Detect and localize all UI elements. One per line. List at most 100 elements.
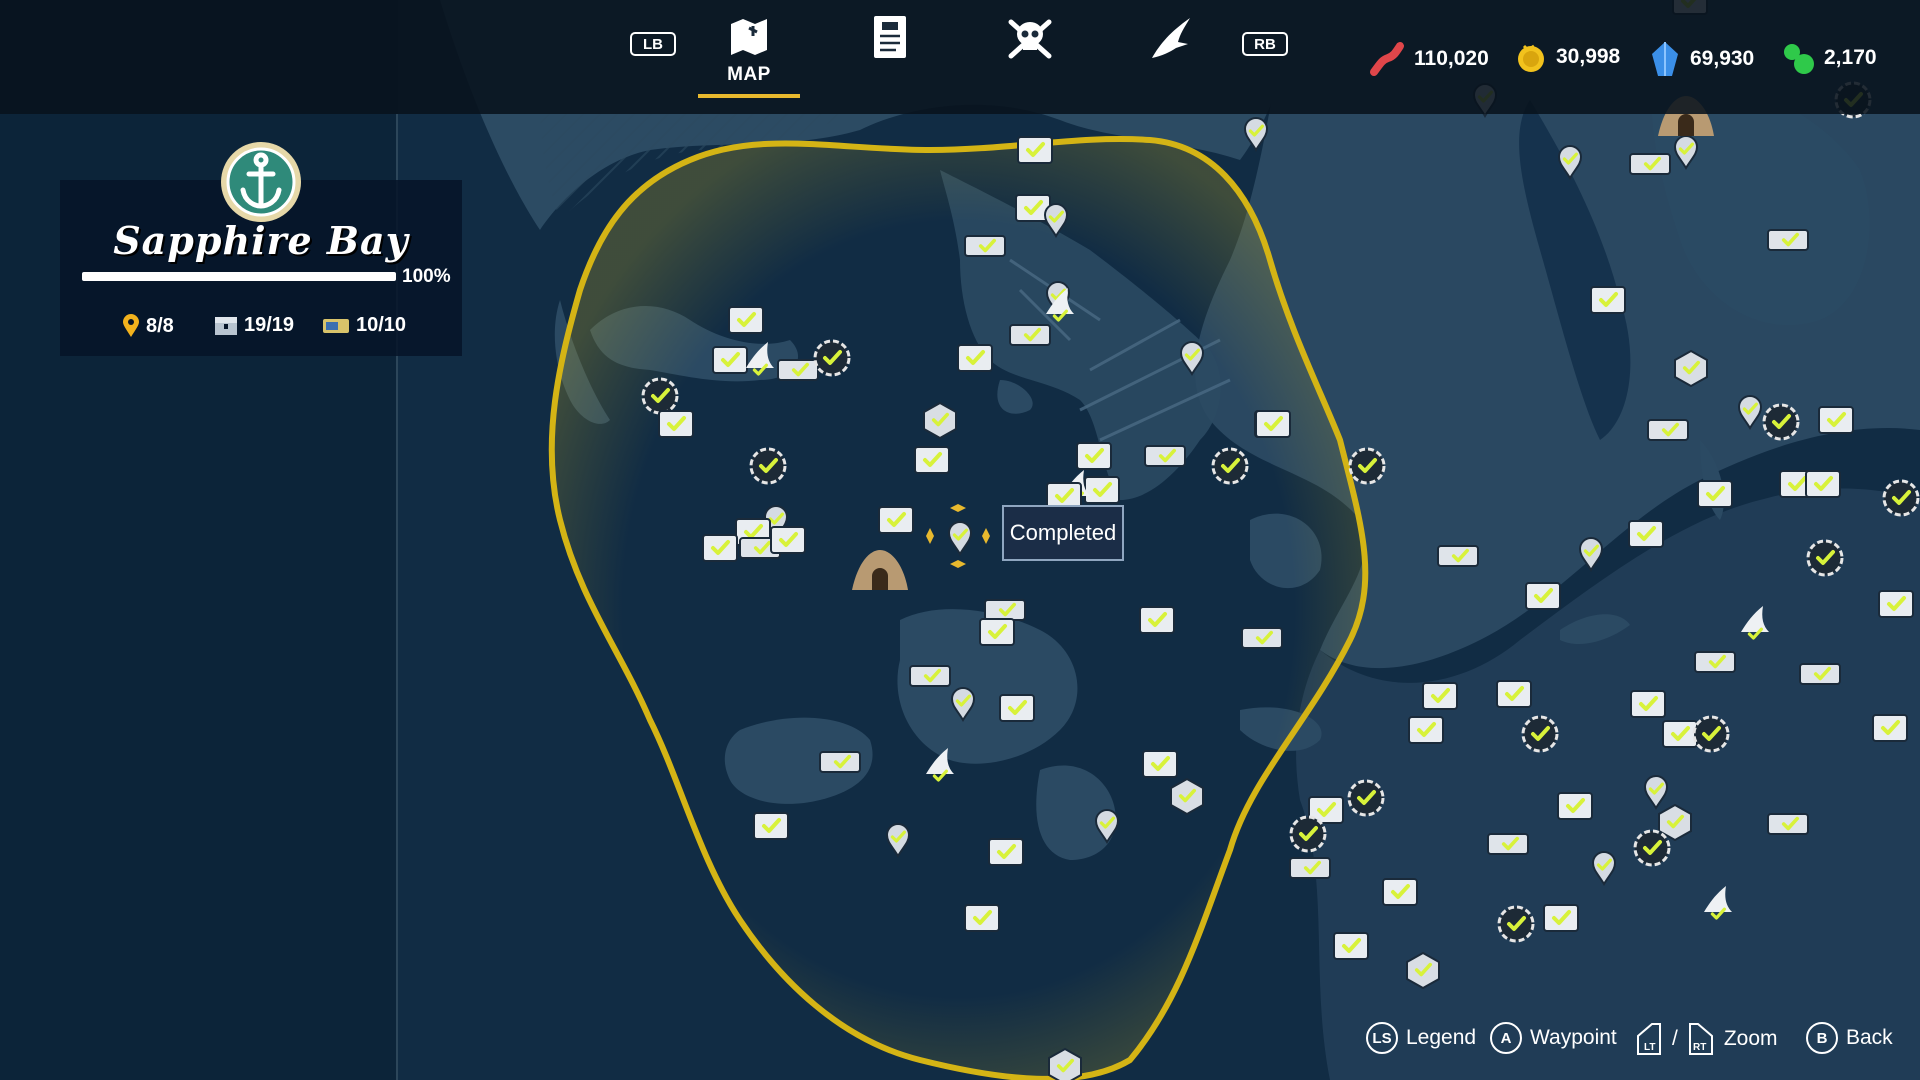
chest-marker[interactable] [1076,442,1112,470]
tab-bounties[interactable] [1004,14,1056,94]
gold-currency: 30,998 [1514,40,1620,74]
ticket-marker[interactable] [964,235,1006,257]
ticket-marker[interactable] [1009,324,1051,346]
chest-marker[interactable] [1662,720,1698,748]
chest-marker[interactable] [1557,792,1593,820]
chest-marker[interactable] [878,506,914,534]
ring-marker[interactable] [749,447,787,485]
chest-marker[interactable] [1142,750,1178,778]
chest-marker[interactable] [1630,690,1666,718]
shield-marker[interactable] [1406,951,1440,990]
chest-marker[interactable] [1255,410,1291,438]
completed-tooltip: Completed [1002,505,1124,561]
ticket-marker[interactable] [1144,445,1186,467]
tab-map[interactable]: MAP [698,14,800,98]
chest-marker[interactable] [1496,680,1532,708]
ticket-marker[interactable] [1694,651,1736,673]
waypoint-hint-label: Waypoint [1530,1026,1617,1049]
chest-marker[interactable] [979,618,1015,646]
lb-bumper-button[interactable]: LB [630,32,676,56]
chest-marker[interactable] [1697,480,1733,508]
chest-marker[interactable] [1818,406,1854,434]
left-stick-icon: LS [1366,1022,1398,1054]
ring-marker[interactable] [1211,447,1249,485]
ticket-marker[interactable] [777,359,819,381]
chest-marker[interactable] [914,446,950,474]
chest-marker[interactable] [1525,582,1561,610]
gem-currency: 2,170 [1780,40,1877,76]
chest-marker[interactable] [1872,714,1908,742]
ring-marker[interactable] [1633,829,1671,867]
b-button-icon: B [1806,1022,1838,1054]
ticket-marker[interactable] [1629,153,1671,175]
shield-marker[interactable] [1674,349,1708,388]
chest-marker[interactable] [988,838,1024,866]
ticket-marker[interactable] [909,665,951,687]
chest-marker[interactable] [770,526,806,554]
chest-marker[interactable] [1084,476,1120,504]
ring-marker[interactable] [1882,479,1920,517]
ticket-marker[interactable] [1241,627,1283,649]
ring-marker[interactable] [641,377,679,415]
blue-crystal-icon [1652,42,1678,76]
ticket-marker[interactable] [1647,419,1689,441]
tab-shark[interactable] [1148,14,1194,94]
region-name: Sapphire Bay [113,218,409,263]
chest-marker[interactable] [702,534,738,562]
legend-hint[interactable]: LS Legend [1366,1022,1476,1054]
chest-marker[interactable] [1422,682,1458,710]
chest-marker[interactable] [1543,904,1579,932]
chest-marker[interactable] [712,346,748,374]
chest-marker[interactable] [1590,286,1626,314]
chest-marker[interactable] [1382,878,1418,906]
chest-marker[interactable] [753,812,789,840]
zoom-hint[interactable]: LT / RT Zoom [1634,1022,1778,1056]
stat-chests: 19/19 [214,314,294,337]
ring-marker[interactable] [1521,715,1559,753]
ticket-marker[interactable] [1767,813,1809,835]
ring-marker[interactable] [1692,715,1730,753]
ticket-marker[interactable] [984,599,1026,621]
ticket-marker[interactable] [1799,663,1841,685]
chest-marker[interactable] [1139,606,1175,634]
chest-marker[interactable] [957,344,993,372]
chest-marker[interactable] [1408,716,1444,744]
ticket-icon [323,318,349,333]
zoom-hint-label: Zoom [1723,1027,1778,1050]
ring-marker[interactable] [1289,815,1327,853]
ring-marker[interactable] [1347,779,1385,817]
shield-marker[interactable] [1170,777,1204,816]
chest-marker[interactable] [728,306,764,334]
shield-marker[interactable] [923,401,957,440]
chest-marker[interactable] [1333,932,1369,960]
zoom-separator: / [1672,1027,1678,1050]
stat-tickets: 10/10 [322,314,406,337]
chest-marker[interactable] [964,904,1000,932]
top-navigation-bar: LB MAP RB 110,020 30,998 69,930 2,170 [0,0,1920,114]
legend-hint-label: Legend [1406,1026,1477,1049]
bait-icon [1370,42,1404,76]
ring-marker[interactable] [1348,447,1386,485]
map-icon [731,19,767,55]
ring-marker[interactable] [1497,905,1535,943]
chest-marker[interactable] [1805,470,1841,498]
tab-journal[interactable] [868,14,912,94]
crystal-currency: 69,930 [1648,40,1754,78]
ticket-marker[interactable] [1767,229,1809,251]
active-tab-underline [698,94,800,98]
ticket-marker[interactable] [819,751,861,773]
waypoint-hint[interactable]: A Waypoint [1490,1022,1617,1054]
chest-marker[interactable] [1878,590,1914,618]
rb-bumper-button[interactable]: RB [1242,32,1288,56]
ticket-marker[interactable] [1289,857,1331,879]
chest-marker[interactable] [1628,520,1664,548]
ring-marker[interactable] [1806,539,1844,577]
back-hint[interactable]: B Back [1806,1022,1893,1054]
chest-marker[interactable] [999,694,1035,722]
ring-marker[interactable] [1762,403,1800,441]
ticket-marker[interactable] [1487,833,1529,855]
ticket-marker[interactable] [1437,545,1479,567]
ring-marker[interactable] [813,339,851,377]
chest-marker[interactable] [658,410,694,438]
chest-marker[interactable] [1017,136,1053,164]
